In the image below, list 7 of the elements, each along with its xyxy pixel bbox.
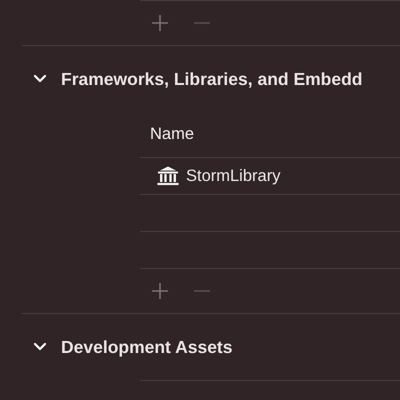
section-title: Development Assets (61, 336, 232, 359)
section-title: Frameworks, Libraries, and Embedd (61, 68, 362, 91)
column-header: Name (149, 124, 196, 146)
library-icon (156, 165, 180, 187)
add-icon[interactable] (151, 282, 169, 300)
library-name: StormLibrary (186, 166, 280, 187)
add-icon[interactable] (151, 14, 169, 32)
